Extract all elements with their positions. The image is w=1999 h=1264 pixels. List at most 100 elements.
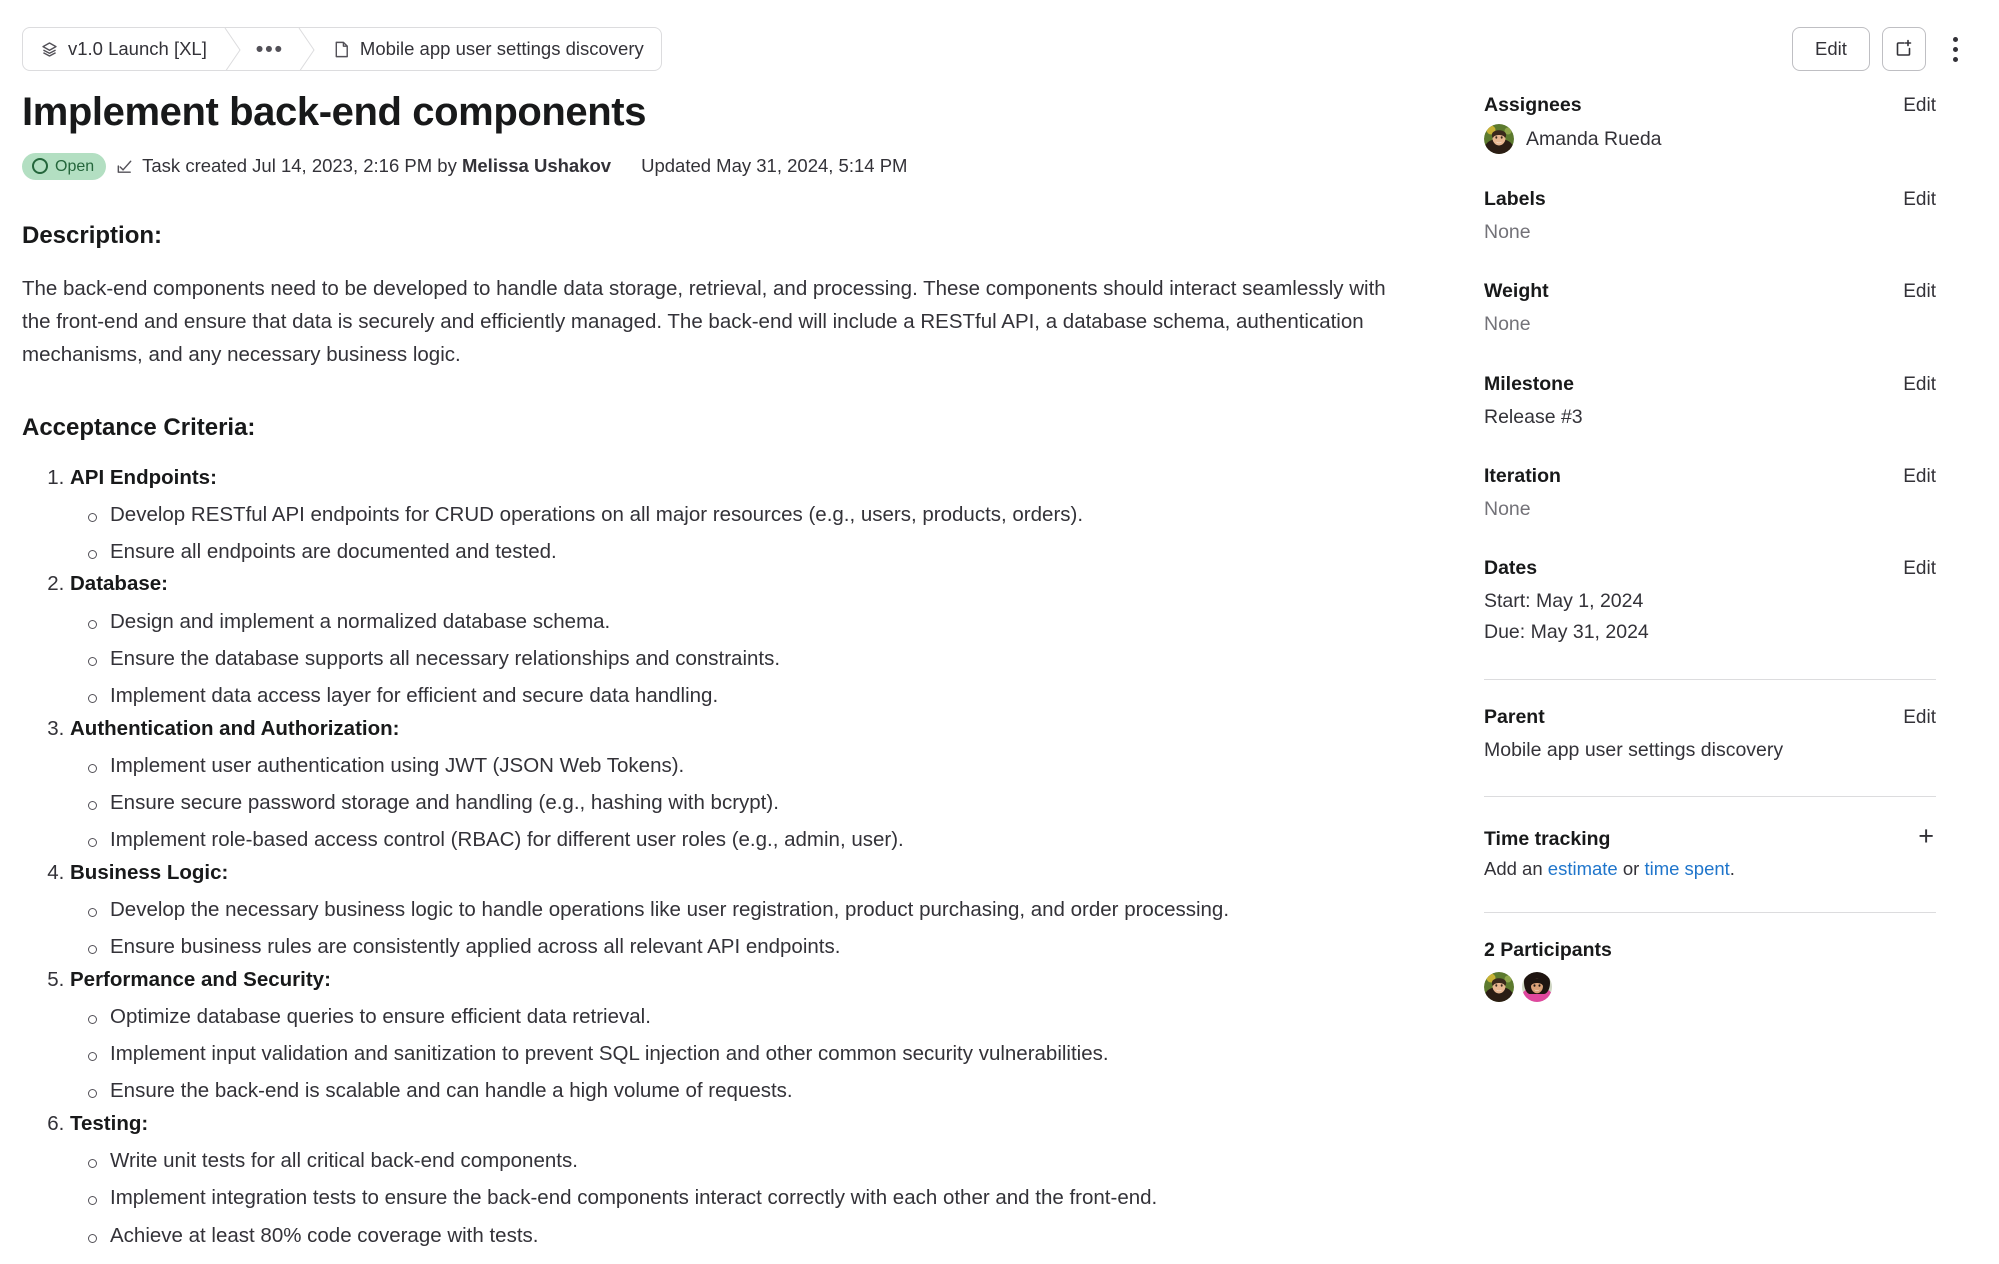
sidebar-section-time-tracking: Time tracking + Add an estimate or time …	[1484, 822, 1936, 880]
criteria-subitem: Ensure all endpoints are documented and …	[88, 538, 1396, 566]
kebab-menu-icon	[1952, 36, 1958, 42]
criteria-subitem: Implement data access layer for efficien…	[88, 682, 1396, 710]
avatar[interactable]	[1484, 971, 1514, 1002]
criteria-subitem-list: Optimize database queries to ensure effi…	[70, 1003, 1396, 1106]
sidebar-section-participants: 2 Participants	[1484, 939, 1936, 1002]
dates-edit-button[interactable]: Edit	[1903, 558, 1936, 580]
criteria-subitem: Ensure business rules are consistently a…	[88, 933, 1396, 961]
description-body: The back-end components need to be devel…	[22, 276, 1386, 367]
sidebar-section-weight: Weight Edit None	[1484, 280, 1936, 338]
sidebar-divider-3	[1484, 911, 1936, 913]
issue-sidebar: Assignees Edit Amanda Rueda Labels Edit …	[1456, 80, 1936, 1250]
criteria-item: Performance and Security: Optimize datab…	[70, 966, 1396, 1106]
sidebar-divider	[1484, 678, 1936, 680]
criteria-subitem-list: Implement user authentication using JWT …	[70, 752, 1396, 855]
assignee-name: Amanda Rueda	[1526, 127, 1662, 150]
created-prefix: Task created	[142, 155, 253, 177]
labels-value: None	[1484, 221, 1531, 243]
parent-label: Parent	[1484, 705, 1545, 728]
iteration-label: Iteration	[1484, 464, 1561, 487]
new-item-button[interactable]	[1882, 27, 1926, 71]
sidebar-section-milestone: Milestone Edit Release #3	[1484, 373, 1936, 431]
criteria-item-title: Business Logic:	[70, 860, 229, 884]
breadcrumb-separator	[224, 28, 242, 70]
parent-edit-button[interactable]: Edit	[1903, 707, 1936, 729]
criteria-item-title: Performance and Security:	[70, 967, 331, 991]
kebab-menu-icon-dot3	[1952, 56, 1958, 62]
acceptance-criteria-heading: Acceptance Criteria:	[22, 413, 256, 441]
main-content: Implement back-end components Open Task …	[22, 80, 1456, 1250]
criteria-item-title: Authentication and Authorization:	[70, 716, 400, 740]
created-date: Jul 14, 2023, 2:16 PM	[252, 155, 433, 177]
dates-due-value: Due: May 31, 2024	[1484, 621, 1649, 644]
criteria-subitem: Implement input validation and sanitizat…	[88, 1040, 1396, 1068]
created-by-author[interactable]: Melissa Ushakov	[462, 155, 611, 176]
edit-button[interactable]: Edit	[1792, 27, 1870, 71]
labels-edit-button[interactable]: Edit	[1903, 189, 1936, 211]
iteration-header: Iteration Edit	[1484, 465, 1936, 488]
time-spent-link[interactable]: time spent	[1644, 858, 1729, 879]
more-actions-button[interactable]	[1938, 27, 1972, 71]
time-tracking-suffix: .	[1729, 857, 1735, 879]
sidebar-section-assignees: Assignees Edit Amanda Rueda	[1484, 94, 1936, 154]
criteria-subitem: Ensure the back-end is scalable and can …	[88, 1077, 1396, 1105]
criteria-item: API Endpoints: Develop RESTful API endpo…	[70, 464, 1396, 567]
weight-label: Weight	[1484, 280, 1549, 303]
participants-title: 2 Participants	[1484, 938, 1612, 961]
top-bar-actions: Edit	[1792, 27, 1977, 71]
sidebar-section-labels: Labels Edit None	[1484, 188, 1936, 246]
breadcrumb-item-project[interactable]: v1.0 Launch [XL]	[23, 28, 224, 70]
criteria-subitem: Optimize database queries to ensure effi…	[88, 1003, 1396, 1031]
assignee-row[interactable]: Amanda Rueda	[1484, 124, 1936, 154]
time-tracking-header: Time tracking +	[1484, 822, 1936, 851]
labels-header: Labels Edit	[1484, 188, 1936, 211]
criteria-subitem: Achieve at least 80% code coverage with …	[88, 1222, 1396, 1250]
avatar[interactable]	[1522, 971, 1552, 1002]
iteration-value: None	[1484, 497, 1531, 520]
status-badge: Open	[22, 152, 107, 180]
criteria-item: Business Logic: Develop the necessary bu…	[70, 859, 1396, 962]
task-check-icon	[115, 157, 134, 176]
milestone-label: Milestone	[1484, 372, 1574, 395]
status-badge-label: Open	[55, 157, 95, 175]
time-tracking-hint: Add an estimate or time spent.	[1484, 858, 1936, 880]
epic-page-icon	[333, 40, 351, 59]
criteria-subitem: Ensure the database supports all necessa…	[88, 645, 1396, 673]
criteria-subitem: Write unit tests for all critical back-e…	[88, 1147, 1396, 1175]
criteria-item-title: Database:	[70, 572, 168, 596]
sidebar-section-iteration: Iteration Edit None	[1484, 465, 1936, 523]
criteria-subitem: Implement integration tests to ensure th…	[88, 1184, 1396, 1212]
criteria-item-title: API Endpoints:	[70, 465, 217, 489]
weight-edit-button[interactable]: Edit	[1903, 281, 1936, 303]
kebab-menu-icon-dot2	[1952, 46, 1958, 52]
page-title: Implement back-end components	[22, 90, 647, 134]
dates-header: Dates Edit	[1484, 557, 1936, 580]
parent-header: Parent Edit	[1484, 706, 1936, 729]
avatar	[1484, 124, 1514, 154]
criteria-subitem: Ensure secure password storage and handl…	[88, 789, 1396, 817]
open-circle-icon	[32, 158, 48, 175]
criteria-item: Database: Design and implement a normali…	[70, 570, 1396, 710]
breadcrumb-item-ellipsis[interactable]: •••	[242, 28, 298, 70]
breadcrumb-ellipsis-label: •••	[255, 37, 284, 61]
sidebar-section-dates: Dates Edit Start: May 1, 2024 Due: May 3…	[1484, 557, 1936, 647]
created-info: Task created Jul 14, 2023, 2:16 PM by Me…	[142, 155, 611, 177]
milestone-edit-button[interactable]: Edit	[1903, 374, 1936, 396]
criteria-subitem: Develop RESTful API endpoints for CRUD o…	[88, 501, 1396, 529]
parent-value[interactable]: Mobile app user settings discovery	[1484, 736, 1936, 764]
breadcrumb: v1.0 Launch [XL] ••• Mobile app user set…	[22, 27, 662, 71]
iteration-edit-button[interactable]: Edit	[1903, 466, 1936, 488]
top-bar: v1.0 Launch [XL] ••• Mobile app user set…	[0, 0, 1999, 80]
add-time-entry-button[interactable]: +	[1916, 822, 1936, 850]
sidebar-divider-2	[1484, 795, 1936, 797]
estimate-link[interactable]: estimate	[1548, 858, 1618, 879]
assignees-header: Assignees Edit	[1484, 94, 1936, 117]
assignees-edit-button[interactable]: Edit	[1903, 95, 1936, 117]
page-body: Implement back-end components Open Task …	[0, 80, 1999, 1250]
breadcrumb-item-epic[interactable]: Mobile app user settings discovery	[316, 28, 661, 70]
